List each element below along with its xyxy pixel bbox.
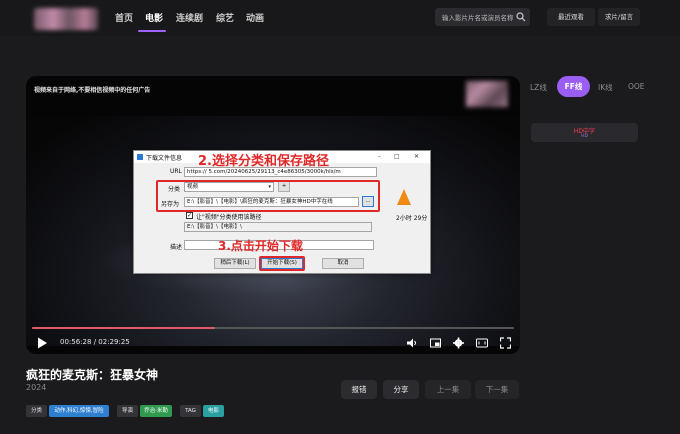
episode-hd-button[interactable]: HD中字 HD xyxy=(531,123,638,142)
request-button[interactable]: 求片/留言 xyxy=(598,8,640,26)
search-placeholder: 输入影片片名或演员名称 xyxy=(442,14,514,22)
watermark-logo xyxy=(466,81,508,107)
nav-item-anime[interactable]: 动画 xyxy=(246,11,264,24)
default-path-field[interactable]: E:\【影音】\【电影】\ xyxy=(184,222,372,232)
movie-year: 2024 xyxy=(26,383,47,392)
line-tab-ik[interactable]: IK线 xyxy=(598,82,613,93)
nav-item-movie[interactable]: 电影 xyxy=(145,11,163,24)
cancel-button[interactable]: 取消 xyxy=(322,258,364,269)
recent-watch-button[interactable]: 最近观看 xyxy=(547,8,595,26)
movie-title: 疯狂的麦克斯：狂暴女神 xyxy=(26,368,159,382)
prev-episode-button[interactable]: 上一集 xyxy=(425,380,471,399)
share-button[interactable]: 分享 xyxy=(383,380,419,399)
progress-bar[interactable] xyxy=(32,327,514,329)
download-later-button[interactable]: 稍后下载(L) xyxy=(214,258,256,269)
annotation-step-2: 2.选择分类和保存路径 xyxy=(198,154,329,169)
minimize-icon[interactable]: – xyxy=(378,153,381,160)
download-dialog: 下载文件信息 – □ ✕ URL https:// 5.com/20240625… xyxy=(133,150,431,274)
settings-gear-icon[interactable] xyxy=(453,336,464,350)
time-separator: / xyxy=(93,338,97,346)
tag-tag[interactable]: 电影 xyxy=(203,405,224,417)
volume-icon[interactable] xyxy=(407,336,418,350)
nav-item-series[interactable]: 连续剧 xyxy=(176,11,203,24)
line-tab-lz[interactable]: LZ线 xyxy=(530,82,547,93)
nav-item-home[interactable]: 首页 xyxy=(115,11,133,24)
tag-key-tag: TAG xyxy=(180,405,201,417)
line-tab-ff[interactable]: FF线 xyxy=(557,76,590,97)
vlc-cone-icon xyxy=(397,189,411,205)
widescreen-icon[interactable] xyxy=(476,336,488,350)
progress-fill xyxy=(32,327,216,329)
annotation-step-3: 3.点击开始下载 xyxy=(218,239,303,253)
next-episode-button[interactable]: 下一集 xyxy=(475,380,519,399)
site-logo[interactable] xyxy=(34,8,98,30)
hd-badge-sub: HD xyxy=(581,134,588,139)
fullscreen-icon[interactable] xyxy=(500,336,511,350)
dialog-title: 下载文件信息 xyxy=(146,155,183,162)
use-path-checkbox[interactable]: ✓ xyxy=(186,212,193,219)
nav-active-indicator xyxy=(138,30,166,32)
search-input[interactable]: 输入影片片名或演员名称 xyxy=(435,8,530,26)
tag-key-director: 导演 xyxy=(117,405,138,417)
close-icon[interactable]: ✕ xyxy=(414,153,419,160)
description-label: 描述 xyxy=(170,244,183,251)
file-duration: 2小时 29分 xyxy=(396,215,428,222)
pip-icon[interactable] xyxy=(430,336,441,350)
annotation-box-path xyxy=(156,180,380,212)
current-time: 00:56:28 xyxy=(60,338,92,346)
maximize-icon[interactable]: □ xyxy=(394,153,400,160)
search-icon[interactable] xyxy=(516,12,526,22)
annotation-box-start xyxy=(259,256,305,271)
tag-director[interactable]: 乔治·米勒 xyxy=(140,405,172,417)
total-time: 02:29:25 xyxy=(98,338,130,346)
play-icon[interactable] xyxy=(37,336,47,350)
player-notice: 视频来自于网络,不要相信视频中的任何广告 xyxy=(34,87,151,94)
top-nav: 首页 电影 连续剧 综艺 动画 输入影片片名或演员名称 最近观看 求片/留言 xyxy=(0,0,680,36)
use-path-label: 让"视频"分类使用该路径 xyxy=(196,214,262,221)
tag-key-genre: 分类 xyxy=(26,405,47,417)
nav-item-variety[interactable]: 综艺 xyxy=(216,11,234,24)
time-display: 00:56:28 / 02:29:25 xyxy=(60,338,130,346)
report-error-button[interactable]: 报错 xyxy=(341,380,377,399)
tag-genre[interactable]: 动作,科幻,惊悚,冒险 xyxy=(49,405,109,417)
url-label: URL xyxy=(170,168,182,175)
app-icon xyxy=(137,154,143,160)
line-tab-ooe[interactable]: OOE xyxy=(628,82,645,91)
